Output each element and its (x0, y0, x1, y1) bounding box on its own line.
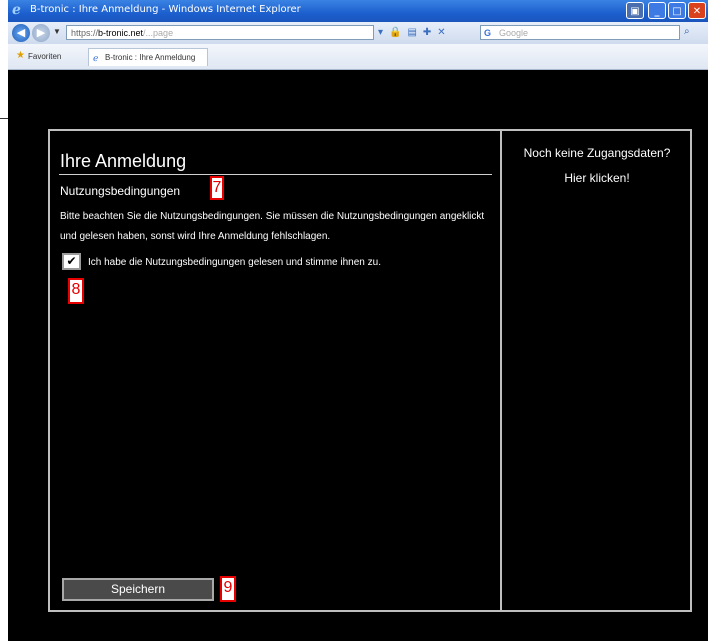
title-underline (59, 174, 492, 175)
minimize-button[interactable]: _ (648, 2, 666, 19)
search-box[interactable]: G Google (480, 25, 680, 40)
page-title: Ihre Anmeldung (60, 151, 187, 171)
sidebar-title: Noch keine Zugangsdaten? (523, 146, 671, 160)
checkmark-icon: ✔ (66, 254, 77, 268)
favorites-button[interactable]: Favoriten (28, 52, 61, 61)
back-button[interactable]: ◀ (12, 24, 30, 42)
annotation-marker-7: 7 (210, 176, 224, 200)
ie-logo-icon: ℯ (12, 2, 21, 18)
browser-tab[interactable]: ℯ B-tronic : Ihre Anmeldung (88, 48, 208, 66)
form-panel (48, 129, 692, 612)
history-dropdown-icon[interactable]: ▼ (53, 27, 61, 36)
forward-button[interactable]: ▶ (32, 24, 50, 42)
window-title: B-tronic : Ihre Anmeldung - Windows Inte… (30, 4, 301, 15)
favorites-star-icon[interactable]: ★ (16, 50, 25, 61)
browser-window: ℯ B-tronic : Ihre Anmeldung - Windows In… (8, 0, 708, 641)
save-button[interactable]: Speichern (62, 578, 214, 601)
window-titlebar: ℯ B-tronic : Ihre Anmeldung - Windows In… (8, 0, 708, 22)
address-tools-icons[interactable]: ▾🔒▤✚✕ (378, 27, 452, 38)
terms-info-text: Bitte beachten Sie die Nutzungsbedingung… (60, 211, 485, 242)
annotation-marker-9: 9 (220, 576, 236, 602)
search-icon[interactable]: ⌕ (684, 26, 690, 37)
annotation-marker-8: 8 (68, 278, 84, 304)
section-title: Nutzungsbedingungen (60, 184, 181, 198)
google-icon: G (484, 28, 492, 38)
address-bar[interactable]: https://b-tronic.net/...page (66, 25, 374, 40)
maximize-button[interactable]: □ (668, 2, 686, 19)
terms-checkbox[interactable]: ✔ (62, 253, 81, 270)
close-button[interactable]: ✕ (688, 2, 706, 19)
page-icon: ℯ (93, 53, 99, 63)
page-content: Ihre Anmeldung Nutzungsbedingungen Bitte… (8, 70, 708, 641)
terms-checkbox-label[interactable]: Ich habe die Nutzungsbedingungen gelesen… (88, 257, 381, 268)
left-edge-divider (0, 118, 8, 119)
favorites-bar: ★ Favoriten ℯ B-tronic : Ihre Anmeldung (8, 44, 708, 70)
register-link[interactable]: Hier klicken! (502, 171, 692, 185)
address-toolbar: ◀ ▶ ▼ https://b-tronic.net/...page ▾🔒▤✚✕… (8, 22, 708, 44)
panel-divider (500, 129, 502, 612)
snapshot-icon[interactable]: ▣ (626, 2, 644, 19)
